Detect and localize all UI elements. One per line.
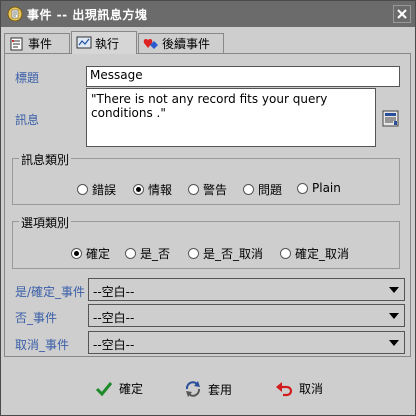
cancel-event-label: 取消_事件 <box>15 338 70 352</box>
event-app-icon <box>7 6 23 22</box>
message-editor-button[interactable] <box>382 110 399 127</box>
yes-ok-event-select[interactable]: --空白-- <box>88 278 405 301</box>
radio-information[interactable]: 情報 <box>133 181 172 198</box>
radio-question[interactable]: 問題 <box>243 181 282 198</box>
tab-followup-label: 後續事件 <box>162 37 211 51</box>
radio-information-label: 情報 <box>148 183 173 197</box>
yes-ok-event-label: 是/確定_事件 <box>15 285 86 299</box>
event-list-icon <box>10 37 23 50</box>
chevron-down-icon <box>389 313 399 319</box>
radio-question-dot <box>243 184 254 195</box>
tab-followup-event[interactable]: 後續事件 <box>138 33 224 53</box>
heart-diamond-icon <box>143 38 158 49</box>
no-event-label: 否_事件 <box>15 311 58 325</box>
title-label: 標題 <box>15 71 40 85</box>
message-textarea[interactable]: "There is not any record fits your query… <box>86 88 376 147</box>
radio-warning-label: 警告 <box>203 183 228 197</box>
apply-recycle-icon <box>185 381 201 397</box>
radio-warning[interactable]: 警告 <box>188 181 227 198</box>
radio-yes-no-cancel[interactable]: 是_否_取消 <box>188 245 263 262</box>
ok-button[interactable]: 確定 <box>95 380 143 397</box>
close-button[interactable] <box>393 5 411 23</box>
radio-yes-no-cancel-label: 是_否_取消 <box>203 247 264 261</box>
message-label: 訊息 <box>15 113 40 127</box>
tab-event[interactable]: 事件 <box>4 33 70 53</box>
chevron-down-icon <box>389 287 399 293</box>
radio-error-dot <box>77 184 88 195</box>
cancel-button-label: 取消 <box>299 382 324 396</box>
tab-execute-label: 執行 <box>95 36 120 51</box>
option-type-group: 選項類別 確定 是_否 是_否_取消 確定_取消 <box>12 214 400 269</box>
dialog-footer: 確定 套用 取消 <box>1 366 415 415</box>
dialog-window: 事件 -- 出現訊息方塊 事件 執行 後續事件 標題 Message 訊息 "T… <box>0 0 416 416</box>
radio-information-dot <box>133 184 144 195</box>
cancel-event-value: --空白-- <box>93 338 135 352</box>
radio-ok-cancel-label: 確定_取消 <box>295 247 350 261</box>
tab-bar: 事件 執行 後續事件 <box>1 31 415 54</box>
radio-ok[interactable]: 確定 <box>71 245 110 262</box>
radio-warning-dot <box>188 184 199 195</box>
radio-plain-dot <box>297 182 308 194</box>
title-field[interactable]: Message <box>86 66 400 87</box>
radio-ok-cancel[interactable]: 確定_取消 <box>280 245 349 262</box>
option-type-group-label: 選項類別 <box>19 214 72 231</box>
apply-button[interactable]: 套用 <box>184 380 232 398</box>
radio-error[interactable]: 錯誤 <box>77 181 116 198</box>
title-bar[interactable]: 事件 -- 出現訊息方塊 <box>1 1 415 27</box>
undo-arrow-icon <box>276 381 293 396</box>
text-editor-icon <box>382 110 399 127</box>
ok-button-label: 確定 <box>119 382 144 396</box>
message-type-group-label: 訊息類別 <box>19 151 72 168</box>
radio-yes-no[interactable]: 是_否 <box>125 245 170 262</box>
yes-ok-event-value: --空白-- <box>93 285 135 299</box>
radio-error-label: 錯誤 <box>92 183 117 197</box>
radio-yes-no-dot <box>125 248 136 259</box>
radio-plain-label: Plain <box>312 181 341 195</box>
radio-ok-cancel-dot <box>280 248 291 259</box>
checkmark-icon <box>95 381 113 396</box>
radio-yes-no-label: 是_否 <box>140 247 171 261</box>
radio-question-label: 問題 <box>258 183 283 197</box>
cancel-event-select[interactable]: --空白-- <box>88 331 405 354</box>
radio-ok-dot <box>71 248 82 259</box>
close-icon <box>397 9 407 19</box>
radio-yes-no-cancel-dot <box>188 248 199 259</box>
no-event-select[interactable]: --空白-- <box>88 304 405 327</box>
tab-event-label: 事件 <box>28 37 53 51</box>
cancel-button[interactable]: 取消 <box>275 380 323 397</box>
tab-execute[interactable]: 執行 <box>71 31 137 54</box>
execute-panel: 標題 Message 訊息 "There is not any record f… <box>4 53 411 357</box>
chart-screen-icon <box>76 36 92 49</box>
window-title: 事件 -- 出現訊息方塊 <box>27 8 148 22</box>
chevron-down-icon <box>389 340 399 346</box>
no-event-value: --空白-- <box>93 311 135 325</box>
message-type-group: 訊息類別 錯誤 情報 警告 問題 Plain <box>12 151 400 205</box>
radio-ok-label: 確定 <box>86 247 111 261</box>
radio-plain[interactable]: Plain <box>297 181 341 195</box>
apply-button-label: 套用 <box>208 382 233 397</box>
